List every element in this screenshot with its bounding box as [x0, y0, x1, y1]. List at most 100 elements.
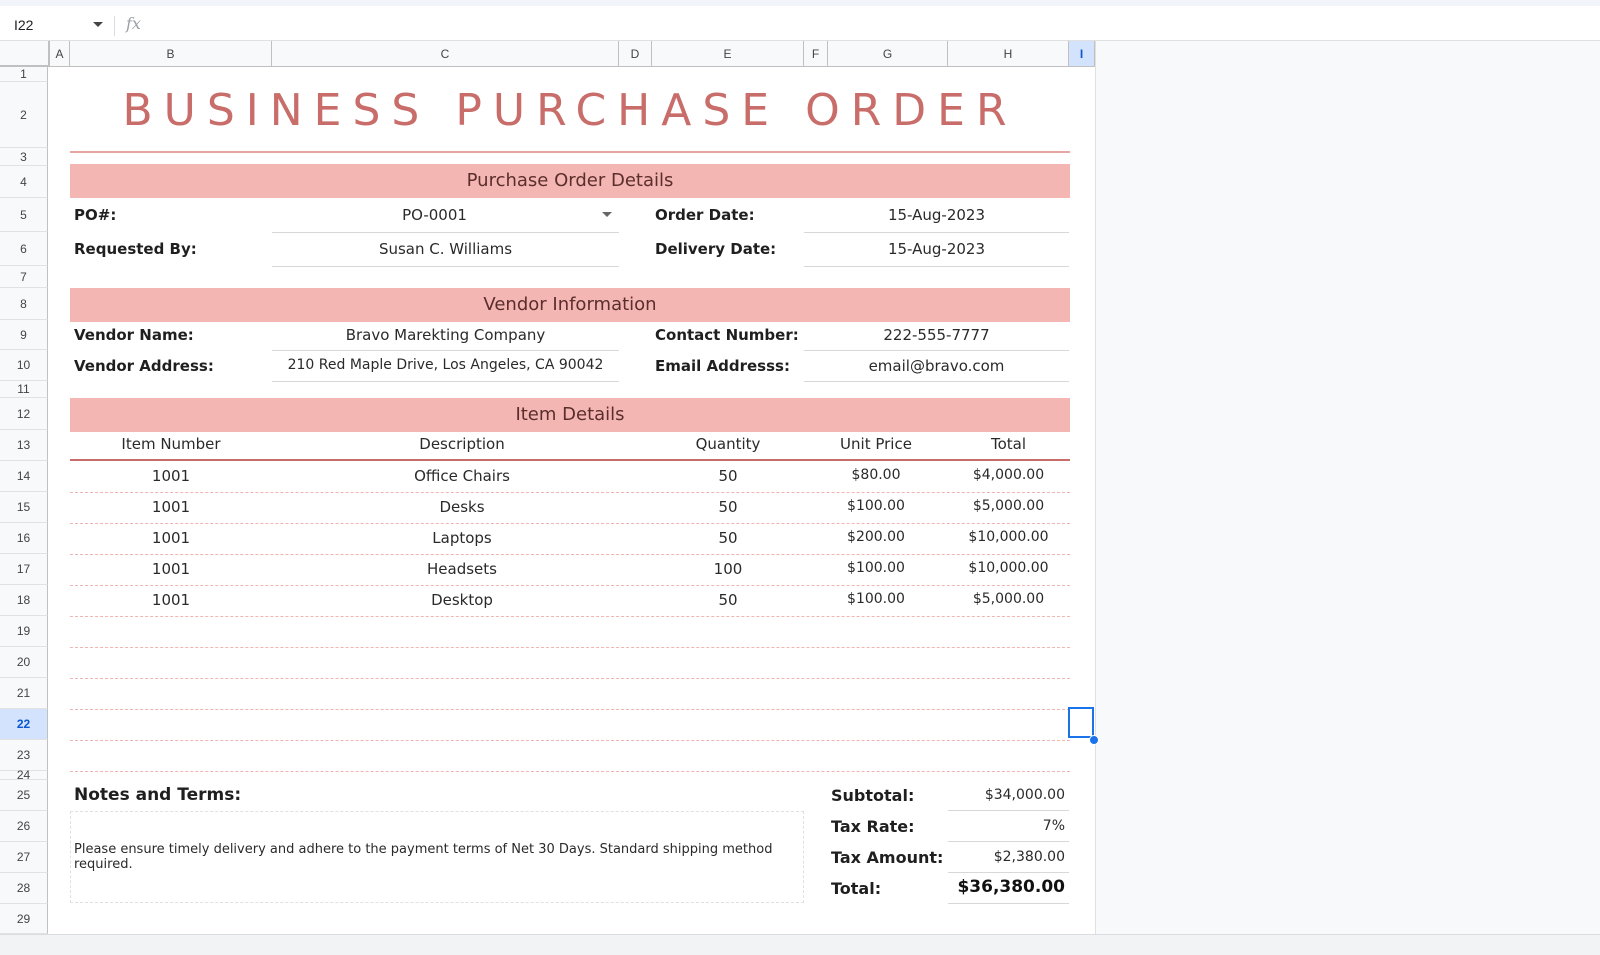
active-cell-selection[interactable]: [1068, 707, 1094, 738]
name-box[interactable]: I22: [14, 17, 33, 33]
row-header[interactable]: 29: [0, 904, 48, 934]
row-header[interactable]: 28: [0, 873, 48, 904]
row-header[interactable]: 19: [0, 616, 48, 647]
document-title: BUSINESS PURCHASE ORDER: [122, 85, 1018, 136]
order-date-underline: [804, 232, 1069, 233]
item-cell[interactable]: 50: [652, 529, 804, 547]
row-header[interactable]: 17: [0, 554, 48, 585]
item-cell[interactable]: $100.00: [804, 591, 948, 607]
subtotal-underline: [948, 810, 1069, 811]
tax-amount-value[interactable]: $2,380.00: [948, 849, 1065, 865]
item-cell[interactable]: Headsets: [272, 560, 652, 578]
row-header[interactable]: 20: [0, 647, 48, 678]
vendor-address-value[interactable]: 210 Red Maple Drive, Los Angeles, CA 900…: [272, 357, 619, 373]
tax-rate-value[interactable]: 7%: [948, 818, 1065, 834]
item-cell[interactable]: Office Chairs: [272, 467, 652, 485]
item-cell[interactable]: $4,000.00: [948, 467, 1069, 483]
vendor-name-value[interactable]: Bravo Marekting Company: [272, 326, 619, 344]
column-header[interactable]: F: [804, 41, 828, 67]
item-cell[interactable]: 1001: [70, 591, 272, 609]
item-cell[interactable]: 1001: [70, 467, 272, 485]
item-cell[interactable]: 50: [652, 498, 804, 516]
row-header[interactable]: 3: [0, 148, 48, 166]
row-header[interactable]: 10: [0, 350, 48, 381]
row-header[interactable]: 2: [0, 82, 48, 148]
notes-text[interactable]: Please ensure timely delivery and adhere…: [74, 842, 799, 872]
column-header[interactable]: A: [50, 41, 70, 67]
row-header[interactable]: 5: [0, 198, 48, 232]
subtotal-value[interactable]: $34,000.00: [948, 787, 1065, 803]
email-address-value[interactable]: email@bravo.com: [804, 357, 1069, 375]
item-cell[interactable]: $200.00: [804, 529, 948, 545]
item-cell[interactable]: 1001: [70, 560, 272, 578]
select-all-corner[interactable]: [0, 41, 50, 67]
column-header[interactable]: I: [1069, 41, 1095, 67]
delivery-date-value[interactable]: 15-Aug-2023: [804, 240, 1069, 258]
row-header[interactable]: 21: [0, 678, 48, 709]
row-header[interactable]: 6: [0, 232, 48, 266]
item-cell[interactable]: $5,000.00: [948, 498, 1069, 514]
col-header-description: Description: [419, 435, 505, 453]
row-header[interactable]: 13: [0, 430, 48, 461]
row-header[interactable]: 22: [0, 709, 48, 740]
requested-by-underline: [272, 266, 619, 267]
row-divider: [70, 647, 1070, 648]
po-details-header: Purchase Order Details: [70, 164, 1070, 198]
col-header-item-number: Item Number: [121, 435, 221, 453]
item-cell[interactable]: 1001: [70, 529, 272, 547]
row-header[interactable]: 18: [0, 585, 48, 616]
row-header[interactable]: 24: [0, 768, 48, 782]
row-header[interactable]: 4: [0, 166, 48, 198]
notes-label: Notes and Terms:: [74, 785, 242, 805]
contact-number-label: Contact Number:: [655, 326, 799, 344]
email-address-underline: [804, 381, 1069, 382]
email-address-label: Email Addresss:: [655, 357, 790, 375]
row-header[interactable]: 7: [0, 266, 48, 288]
row-header[interactable]: 8: [0, 288, 48, 320]
name-box-dropdown-icon[interactable]: [93, 22, 103, 27]
formula-bar-separator: [114, 16, 115, 36]
order-date-value[interactable]: 15-Aug-2023: [804, 206, 1069, 224]
column-header[interactable]: B: [70, 41, 272, 67]
row-header[interactable]: 25: [0, 780, 48, 811]
column-header[interactable]: E: [652, 41, 804, 67]
row-header[interactable]: 16: [0, 523, 48, 554]
vendor-address-label: Vendor Address:: [74, 357, 214, 375]
contact-number-value[interactable]: 222-555-7777: [804, 326, 1069, 344]
item-cell[interactable]: $100.00: [804, 560, 948, 576]
item-details-header: Item Details: [70, 398, 1070, 432]
row-header[interactable]: 12: [0, 398, 48, 430]
item-cell[interactable]: 50: [652, 467, 804, 485]
row-divider: [70, 709, 1070, 710]
row-header[interactable]: 1: [0, 67, 48, 82]
requested-by-value[interactable]: Susan C. Williams: [272, 240, 619, 258]
item-cell[interactable]: Laptops: [272, 529, 652, 547]
row-header[interactable]: 11: [0, 381, 48, 398]
row-header[interactable]: 23: [0, 740, 48, 771]
row-header[interactable]: 15: [0, 492, 48, 523]
item-cell[interactable]: 50: [652, 591, 804, 609]
formula-bar: [0, 6, 1600, 41]
fill-handle[interactable]: [1089, 735, 1099, 745]
row-header[interactable]: 26: [0, 811, 48, 842]
item-cell[interactable]: $100.00: [804, 498, 948, 514]
column-header[interactable]: D: [619, 41, 652, 67]
row-header[interactable]: 14: [0, 461, 48, 492]
item-cell[interactable]: 100: [652, 560, 804, 578]
po-number-value[interactable]: PO-0001: [272, 206, 597, 224]
item-cell[interactable]: Desktop: [272, 591, 652, 609]
row-header[interactable]: 9: [0, 320, 48, 350]
po-dropdown-icon[interactable]: [602, 212, 612, 217]
total-value[interactable]: $36,380.00: [948, 877, 1065, 897]
column-header[interactable]: C: [272, 41, 619, 67]
row-header[interactable]: 27: [0, 842, 48, 873]
col-header-unit-price: Unit Price: [840, 435, 912, 453]
item-cell[interactable]: $5,000.00: [948, 591, 1069, 607]
item-cell[interactable]: Desks: [272, 498, 652, 516]
column-header[interactable]: H: [948, 41, 1069, 67]
column-header[interactable]: G: [828, 41, 948, 67]
item-cell[interactable]: 1001: [70, 498, 272, 516]
item-cell[interactable]: $10,000.00: [948, 560, 1069, 576]
item-cell[interactable]: $10,000.00: [948, 529, 1069, 545]
item-cell[interactable]: $80.00: [804, 467, 948, 483]
